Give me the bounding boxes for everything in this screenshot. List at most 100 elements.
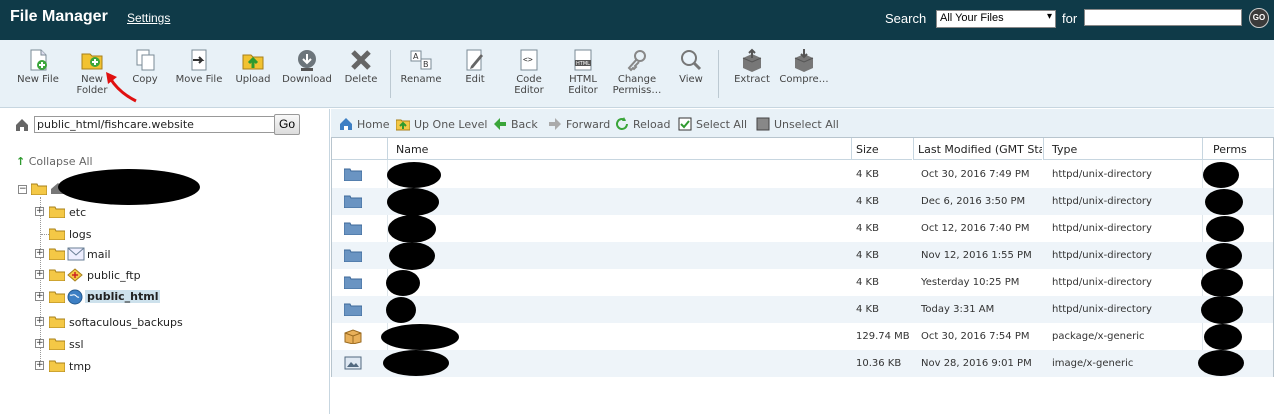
- tree-expander[interactable]: +: [35, 207, 44, 216]
- move-file-button[interactable]: Move File: [171, 48, 227, 85]
- delete-icon: [351, 50, 371, 70]
- ftp-icon: [67, 268, 83, 282]
- app-title: File Manager: [10, 8, 108, 25]
- compress-button[interactable]: Compre…: [776, 48, 832, 85]
- tree-item-logs[interactable]: logs: [35, 226, 285, 244]
- open-folder-icon: [31, 183, 47, 195]
- column-header-last-modified[interactable]: Last Modified (GMT Standard Time): [914, 138, 1042, 160]
- tree-item-etc[interactable]: + etc: [35, 204, 285, 222]
- table-row[interactable]: 4 KB Oct 12, 2016 7:40 PM httpd/unix-dir…: [332, 215, 1273, 243]
- tree-item-softaculous-backups[interactable]: + softaculous_backups: [35, 314, 285, 332]
- edit-button[interactable]: Edit: [447, 48, 503, 85]
- download-icon: [298, 50, 316, 71]
- redaction-mark: [389, 242, 435, 270]
- folder-icon: [49, 269, 65, 281]
- path-go-button[interactable]: Go: [274, 114, 300, 135]
- edit-icon: [466, 49, 483, 71]
- home-icon: [340, 118, 352, 130]
- folder-icon: [344, 168, 362, 181]
- checkbox-unchecked-icon: [756, 117, 770, 131]
- collapse-all-link[interactable]: ↑ Collapse All: [16, 155, 93, 168]
- folder-icon: [344, 249, 362, 262]
- new-file-button[interactable]: New File: [10, 48, 66, 85]
- view-icon: [681, 50, 702, 71]
- folder-icon: [49, 338, 65, 350]
- svg-text:A: A: [413, 52, 419, 61]
- navigation-bar: Home Up One Level Back Forward Reload Se…: [331, 109, 1274, 137]
- tree-expander[interactable]: +: [35, 361, 44, 370]
- redaction-mark: [1198, 350, 1244, 376]
- table-row[interactable]: 4 KB Today 3:31 AM httpd/unix-directory: [332, 296, 1273, 324]
- path-input[interactable]: public_html/fishcare.website: [34, 116, 282, 133]
- redaction-mark: [386, 297, 416, 323]
- redaction-mark: [386, 270, 420, 296]
- redaction-mark: [1204, 324, 1242, 350]
- redaction-mark: [387, 162, 441, 188]
- table-row[interactable]: 4 KB Oct 30, 2016 7:49 PM httpd/unix-dir…: [332, 161, 1273, 188]
- redaction-mark: [58, 169, 200, 205]
- column-header-perms[interactable]: Perms: [1203, 138, 1273, 160]
- code-editor-button[interactable]: <> Code Editor: [501, 48, 557, 96]
- new-file-icon: [30, 49, 47, 71]
- change-permissions-button[interactable]: Change Permiss…: [609, 48, 665, 96]
- redaction-mark: [1206, 216, 1244, 242]
- tree-expander[interactable]: −: [18, 185, 27, 194]
- tree-expander[interactable]: +: [35, 317, 44, 326]
- toolbar-separator: [718, 50, 719, 98]
- folder-icon: [344, 303, 362, 316]
- back-button[interactable]: Back: [493, 117, 538, 131]
- table-row[interactable]: 4 KB Nov 12, 2016 1:55 PM httpd/unix-dir…: [332, 242, 1273, 270]
- tree-expander[interactable]: +: [35, 292, 44, 301]
- unselect-all-button[interactable]: Unselect All: [756, 117, 839, 131]
- redaction-mark: [381, 324, 459, 350]
- redaction-mark: [1201, 269, 1243, 297]
- table-row[interactable]: 4 KB Yesterday 10:25 PM httpd/unix-direc…: [332, 269, 1273, 297]
- column-header-name[interactable]: Name: [388, 138, 851, 160]
- tree-expander[interactable]: +: [35, 339, 44, 348]
- tree-expander[interactable]: +: [35, 270, 44, 279]
- tree-item-public-html[interactable]: + public_html: [35, 289, 285, 307]
- home-button[interactable]: Home: [339, 117, 389, 131]
- file-list-pane: Home Up One Level Back Forward Reload Se…: [331, 109, 1274, 414]
- html-editor-icon: HTML: [574, 49, 592, 71]
- back-arrow-icon: [494, 118, 506, 130]
- search-go-button[interactable]: GO: [1249, 8, 1269, 28]
- column-header-size[interactable]: Size: [852, 138, 912, 160]
- tree-item-tmp[interactable]: + tmp: [35, 358, 285, 376]
- folder-icon: [49, 360, 65, 372]
- tree-item-public-ftp[interactable]: + public_ftp: [35, 267, 285, 285]
- tree-item-ssl[interactable]: + ssl: [35, 336, 285, 354]
- redaction-mark: [1201, 296, 1243, 324]
- folder-up-icon: [396, 119, 410, 131]
- view-button[interactable]: View: [663, 48, 719, 85]
- search-scope-select[interactable]: All Your Files ▾: [936, 10, 1056, 28]
- collapse-arrow-icon: ↑: [16, 155, 26, 168]
- tree-item-mail[interactable]: + mail: [35, 246, 285, 264]
- up-one-level-button[interactable]: Up One Level: [396, 117, 487, 131]
- column-header-type[interactable]: Type: [1044, 138, 1202, 160]
- table-row[interactable]: 10.36 KB Nov 28, 2016 9:01 PM image/x-ge…: [332, 350, 1273, 377]
- image-icon: [344, 356, 362, 370]
- redaction-mark: [1206, 243, 1242, 269]
- delete-button[interactable]: Delete: [333, 48, 389, 85]
- forward-button[interactable]: Forward: [548, 117, 610, 131]
- settings-link[interactable]: Settings: [127, 11, 170, 25]
- reload-button[interactable]: Reload: [615, 117, 670, 131]
- select-all-button[interactable]: Select All: [678, 117, 747, 131]
- permissions-icon: [627, 50, 646, 72]
- directory-tree-pane: public_html/fishcare.website Go ↑ Collap…: [0, 109, 330, 414]
- rename-button[interactable]: AB Rename: [393, 48, 449, 85]
- download-button[interactable]: Download: [279, 48, 335, 85]
- forward-arrow-icon: [549, 118, 561, 130]
- upload-button[interactable]: Upload: [225, 48, 281, 85]
- top-header: File Manager Settings Search All Your Fi…: [0, 0, 1274, 40]
- code-editor-icon: <>: [520, 49, 538, 71]
- table-row[interactable]: 4 KB Dec 6, 2016 3:50 PM httpd/unix-dire…: [332, 188, 1273, 216]
- tree-expander[interactable]: +: [35, 249, 44, 258]
- folder-icon: [49, 228, 65, 240]
- search-input[interactable]: [1084, 9, 1242, 26]
- redaction-mark: [1203, 162, 1239, 188]
- extract-button[interactable]: Extract: [724, 48, 780, 85]
- table-row[interactable]: 129.74 MB Oct 30, 2016 7:54 PM package/x…: [332, 323, 1273, 350]
- html-editor-button[interactable]: HTML HTML Editor: [555, 48, 611, 96]
